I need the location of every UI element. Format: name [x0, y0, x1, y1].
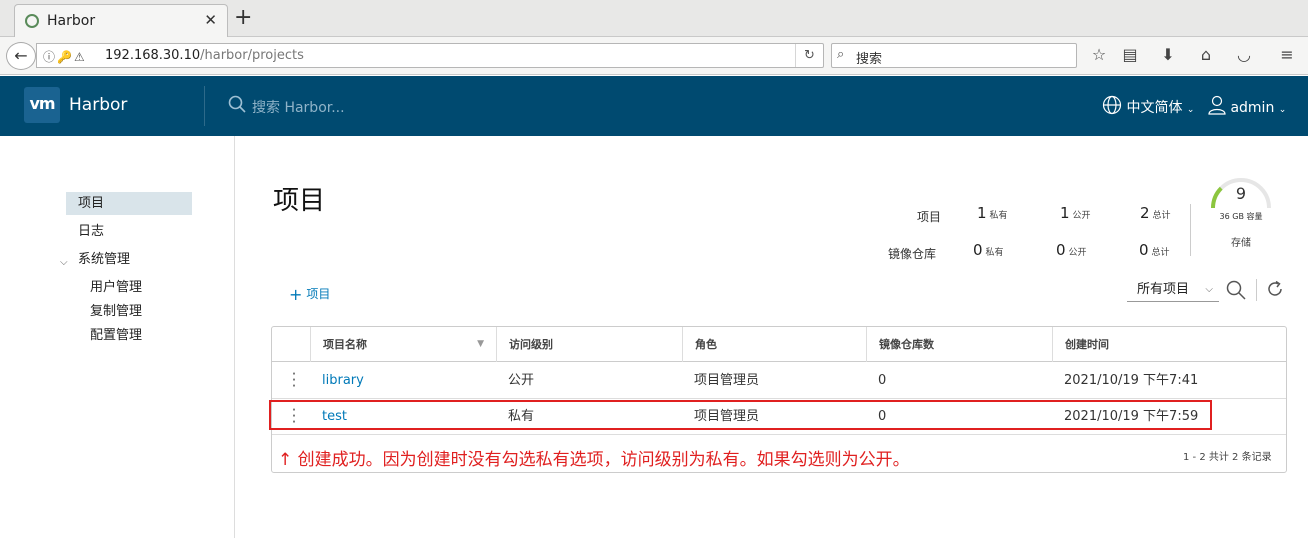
browser-tab[interactable]: Harbor ✕ — [14, 4, 228, 38]
global-search-input[interactable]: 搜索 Harbor... — [252, 97, 345, 117]
project-repo-count: 0 — [878, 373, 887, 388]
sidebar-item-projects[interactable]: 项目 — [66, 192, 192, 215]
stat-projects-private: 1 私有 — [977, 204, 1008, 222]
pagination-info: 1 - 2 共计 2 条记录 — [1183, 452, 1272, 463]
table-header: 项目名称 ▼ 访问级别 角色 镜像仓库数 创建时间 — [272, 327, 1286, 362]
language-label: 中文简体 — [1126, 100, 1183, 116]
sidebar-item-configuration[interactable]: 配置管理 — [90, 324, 142, 343]
project-created: 2021/10/19 下午7:41 — [1064, 373, 1199, 388]
plus-icon: + — [289, 285, 303, 304]
stat-repos-public: 0 公开 — [1056, 241, 1087, 259]
stats-repos-label: 镜像仓库 — [888, 247, 937, 261]
chevron-down-icon: ⌵ — [1205, 284, 1213, 295]
download-icon[interactable]: ⬇ — [1157, 45, 1179, 67]
project-role: 项目管理员 — [694, 373, 760, 388]
reading-list-icon[interactable]: ▤ — [1119, 45, 1141, 67]
tab-title: Harbor — [47, 13, 96, 29]
browser-search-input[interactable]: ⌕ 搜索 — [831, 43, 1077, 68]
toolbar-divider — [1256, 279, 1257, 301]
stats-projects-label: 项目 — [917, 210, 942, 224]
storage-capacity: 36 GB 容量 — [1219, 212, 1263, 221]
sidebar-item-admin[interactable]: 系统管理 — [66, 248, 192, 271]
add-project-button[interactable]: + 项目 — [289, 285, 330, 304]
annotation-note: ↑ 创建成功。因为创建时没有勾选私有选项，访问级别为私有。如果勾选则为公开。 — [278, 450, 910, 470]
globe-icon — [1102, 95, 1122, 115]
user-menu[interactable]: admin ⌄ — [1208, 95, 1286, 116]
app-header: vm Harbor 搜索 Harbor... 中文简体 ⌄ admin ⌄ — [0, 76, 1308, 136]
chevron-down-icon: ⌄ — [1278, 105, 1287, 115]
harbor-favicon-icon — [25, 14, 39, 28]
column-header-repo-count[interactable]: 镜像仓库数 — [866, 327, 1052, 362]
username: admin — [1230, 100, 1275, 116]
sidebar-item-replication[interactable]: 复制管理 — [90, 300, 142, 319]
stat-projects-public: 1 公开 — [1060, 204, 1091, 222]
column-header-role[interactable]: 角色 — [682, 327, 866, 362]
browser-search-placeholder: 搜索 — [856, 52, 883, 67]
sidebar-item-users[interactable]: 用户管理 — [90, 276, 142, 295]
language-selector[interactable]: 中文简体 ⌄ — [1102, 95, 1194, 117]
storage-label: 存储 — [1231, 238, 1251, 249]
menu-icon[interactable]: ≡ — [1276, 45, 1298, 67]
stat-repos-total: 0 总计 — [1139, 241, 1170, 259]
project-name-link[interactable]: library — [310, 363, 364, 399]
filter-icon[interactable]: ▼ — [477, 327, 484, 362]
project-filter-value: 所有项目 — [1137, 282, 1190, 297]
url-text[interactable]: 192.168.30.10/harbor/projects — [105, 48, 304, 63]
project-access: 公开 — [508, 373, 535, 388]
browser-tab-bar: Harbor ✕ + — [0, 0, 1308, 38]
site-info-icon[interactable]: ⓘ🔑⚠ — [43, 48, 87, 65]
stat-repos-private: 0 私有 — [973, 241, 1004, 259]
url-bar[interactable]: ⓘ🔑⚠ 192.168.30.10/harbor/projects ↻ — [36, 43, 824, 68]
pocket-icon[interactable]: ◡ — [1233, 45, 1255, 67]
column-header-name[interactable]: 项目名称 ▼ — [310, 327, 496, 362]
column-header-created[interactable]: 创建时间 — [1052, 327, 1286, 362]
search-icon[interactable] — [1226, 280, 1246, 300]
project-filter-select[interactable]: 所有项目 ⌵ — [1127, 280, 1219, 302]
row-actions-icon[interactable]: · · · — [290, 367, 298, 394]
sidebar: 项目 日志 ⌵ 系统管理 用户管理 复制管理 配置管理 — [0, 136, 235, 538]
annotation-highlight-box — [269, 400, 1212, 430]
page-title: 项目 — [273, 186, 326, 216]
app-brand[interactable]: Harbor — [69, 95, 127, 115]
search-icon: ⌕ — [837, 47, 845, 62]
back-icon[interactable]: ← — [6, 42, 36, 70]
stat-projects-total: 2 总计 — [1140, 204, 1171, 222]
browser-nav-bar: ← ⓘ🔑⚠ 192.168.30.10/harbor/projects ↻ ⌕ … — [0, 37, 1308, 75]
vmware-logo[interactable]: vm — [24, 87, 60, 123]
table-row: · · · library 公开 项目管理员 0 2021/10/19 下午7:41 — [272, 363, 1286, 399]
storage-value: 9 — [1235, 184, 1247, 203]
header-divider — [204, 86, 205, 126]
global-search-icon[interactable] — [228, 95, 246, 113]
home-icon[interactable]: ⌂ — [1195, 45, 1217, 67]
sidebar-item-logs[interactable]: 日志 — [66, 220, 192, 243]
new-tab-icon[interactable]: + — [234, 5, 252, 30]
refresh-icon[interactable] — [1266, 280, 1284, 298]
bookmark-star-icon[interactable]: ☆ — [1088, 45, 1110, 67]
tab-close-icon[interactable]: ✕ — [204, 11, 217, 29]
chevron-down-icon: ⌄ — [1186, 105, 1195, 115]
stats-divider — [1190, 204, 1191, 256]
reload-icon[interactable]: ↻ — [795, 44, 823, 67]
column-header-access[interactable]: 访问级别 — [496, 327, 682, 362]
user-icon — [1208, 95, 1226, 115]
